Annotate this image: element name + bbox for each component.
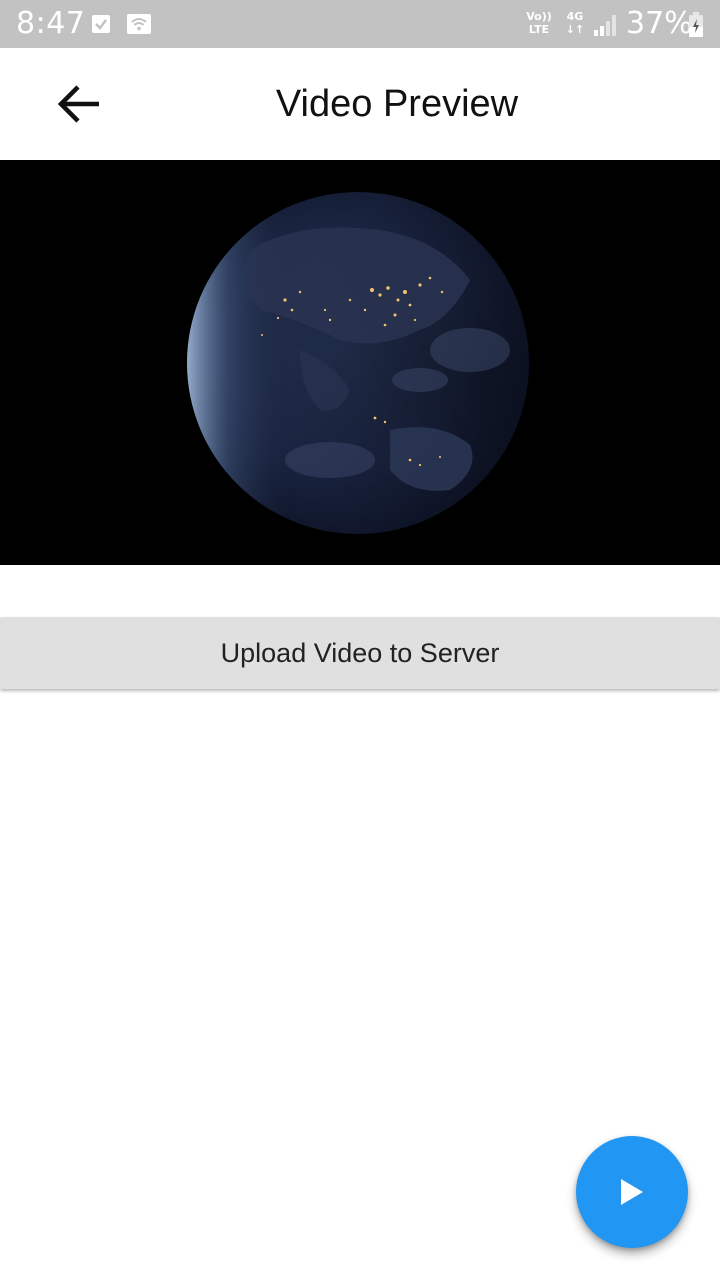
app-bar: Video Preview: [0, 48, 720, 160]
play-fab-button[interactable]: [576, 1136, 688, 1248]
status-time: 8:47: [16, 6, 86, 41]
signal-icon: [594, 15, 616, 36]
page-title: Video Preview: [275, 83, 519, 125]
battery-charging-icon: [689, 12, 703, 37]
check-notification-icon: [92, 15, 110, 33]
video-player[interactable]: [0, 160, 720, 565]
earth-at-night-video-frame: [187, 192, 529, 534]
wifi-notification-icon: [127, 14, 151, 34]
status-bar: 8:47 Vo)) LTE 4G ↓↑ 37%: [0, 0, 720, 48]
upload-video-button[interactable]: Upload Video to Server: [0, 617, 720, 689]
network-type-indicator: 4G ↓↑: [565, 10, 585, 36]
play-icon: [621, 1179, 643, 1205]
volte-indicator: Vo)) LTE: [526, 10, 552, 36]
battery-percentage: 37%: [626, 6, 693, 41]
